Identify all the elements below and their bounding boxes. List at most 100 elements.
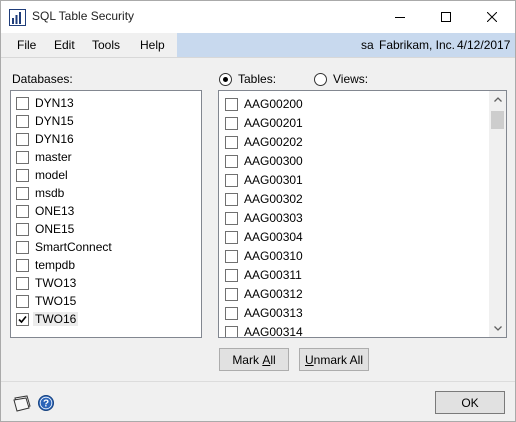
chevron-up-icon [493, 97, 502, 102]
table-item[interactable]: AAG00310 [225, 247, 303, 265]
database-checkbox[interactable] [16, 150, 29, 164]
database-checkbox[interactable] [16, 222, 29, 236]
table-checkbox[interactable] [225, 268, 238, 282]
mark-all-suffix: ll [270, 352, 276, 367]
table-checkbox[interactable] [225, 249, 238, 263]
user-info-bar: sa Fabrikam, Inc. 4/12/2017 [177, 33, 515, 57]
database-item[interactable]: DYN13 [16, 94, 76, 112]
maximize-button[interactable] [423, 1, 469, 33]
table-checkbox[interactable] [225, 211, 238, 225]
database-checkbox[interactable] [16, 258, 29, 272]
menu-tools[interactable]: Tools [92, 38, 120, 52]
tables-radio-label: Tables: [238, 72, 277, 86]
menu-file[interactable]: File [17, 38, 36, 52]
table-name: AAG00301 [244, 173, 303, 187]
table-checkbox[interactable] [225, 306, 238, 320]
database-checkbox[interactable] [16, 294, 29, 308]
chevron-down-icon [493, 326, 502, 331]
note-icon[interactable] [12, 394, 32, 412]
table-item[interactable]: AAG00201 [225, 114, 303, 132]
menu-edit[interactable]: Edit [54, 38, 75, 52]
table-item[interactable]: AAG00314 [225, 323, 303, 337]
table-checkbox[interactable] [225, 116, 238, 130]
database-name: model [35, 168, 68, 182]
footer-divider [1, 381, 515, 382]
table-item[interactable]: AAG00313 [225, 304, 303, 322]
unmark-all-button[interactable]: Unmark All [299, 348, 369, 371]
table-checkbox[interactable] [225, 230, 238, 244]
table-name: AAG00200 [244, 97, 303, 111]
table-item[interactable]: AAG00200 [225, 95, 303, 113]
tables-scrollbar[interactable] [489, 91, 506, 337]
views-radio-label: Views: [333, 72, 369, 86]
database-checkbox[interactable] [16, 312, 29, 326]
database-item[interactable]: DYN15 [16, 112, 76, 130]
mark-all-button[interactable]: Mark All [219, 348, 289, 371]
database-item[interactable]: tempdb [16, 256, 77, 274]
database-item[interactable]: model [16, 166, 70, 184]
unmark-all-suffix: nmark All [313, 352, 364, 367]
database-item[interactable]: TWO16 [16, 310, 79, 328]
tables-radio[interactable] [219, 73, 232, 86]
views-radio[interactable] [314, 73, 327, 86]
table-item[interactable]: AAG00302 [225, 190, 303, 208]
database-checkbox[interactable] [16, 96, 29, 110]
database-checkbox[interactable] [16, 204, 29, 218]
help-icon[interactable]: ? [38, 395, 54, 411]
database-name: master [35, 150, 72, 164]
table-name: AAG00302 [244, 192, 303, 206]
table-item[interactable]: AAG00304 [225, 228, 303, 246]
database-checkbox[interactable] [16, 168, 29, 182]
svg-text:?: ? [43, 399, 49, 410]
table-checkbox[interactable] [225, 192, 238, 206]
tables-list[interactable]: AAG00200 AAG00201 AAG00202 AAG00300 AAG00301… [218, 90, 507, 338]
database-name: TWO13 [35, 276, 77, 290]
database-item[interactable]: ONE13 [16, 202, 76, 220]
scroll-up-button[interactable] [489, 91, 506, 108]
database-name: msdb [35, 186, 65, 200]
database-name: DYN15 [35, 114, 74, 128]
checkmark-icon [18, 315, 27, 323]
radio-selected-dot [223, 77, 228, 82]
database-item[interactable]: msdb [16, 184, 66, 202]
table-item[interactable]: AAG00312 [225, 285, 303, 303]
ok-button[interactable]: OK [435, 391, 505, 414]
table-checkbox[interactable] [225, 287, 238, 301]
close-button[interactable] [469, 1, 515, 33]
table-checkbox[interactable] [225, 135, 238, 149]
database-checkbox[interactable] [16, 276, 29, 290]
database-checkbox[interactable] [16, 132, 29, 146]
minimize-icon [395, 17, 405, 18]
maximize-icon [441, 12, 451, 22]
database-checkbox[interactable] [16, 186, 29, 200]
scroll-thumb[interactable] [491, 111, 504, 129]
database-item[interactable]: TWO13 [16, 274, 78, 292]
table-name: AAG00310 [244, 249, 303, 263]
table-checkbox[interactable] [225, 154, 238, 168]
table-item[interactable]: AAG00300 [225, 152, 303, 170]
database-name: ONE15 [35, 222, 75, 236]
table-item[interactable]: AAG00311 [225, 266, 302, 284]
database-checkbox[interactable] [16, 240, 29, 254]
databases-list[interactable]: DYN13 DYN15 DYN16 master model msdb ONE13 ONE15… [10, 90, 202, 338]
table-checkbox[interactable] [225, 173, 238, 187]
minimize-button[interactable] [377, 1, 423, 33]
database-item[interactable]: DYN16 [16, 130, 76, 148]
table-item[interactable]: AAG00301 [225, 171, 303, 189]
databases-label: Databases: [12, 72, 73, 86]
database-item[interactable]: master [16, 148, 74, 166]
menu-help[interactable]: Help [140, 38, 165, 52]
database-item[interactable]: TWO15 [16, 292, 78, 310]
table-item[interactable]: AAG00202 [225, 133, 303, 151]
database-checkbox[interactable] [16, 114, 29, 128]
table-checkbox[interactable] [225, 97, 238, 111]
mark-all-hotkey: A [262, 352, 271, 367]
scroll-down-button[interactable] [489, 320, 506, 337]
table-item[interactable]: AAG00303 [225, 209, 303, 227]
mark-all-prefix: Mark [232, 352, 263, 367]
database-item[interactable]: SmartConnect [16, 238, 114, 256]
database-item[interactable]: ONE15 [16, 220, 76, 238]
database-name: DYN16 [35, 132, 74, 146]
table-checkbox[interactable] [225, 325, 238, 337]
table-name: AAG00201 [244, 116, 303, 130]
